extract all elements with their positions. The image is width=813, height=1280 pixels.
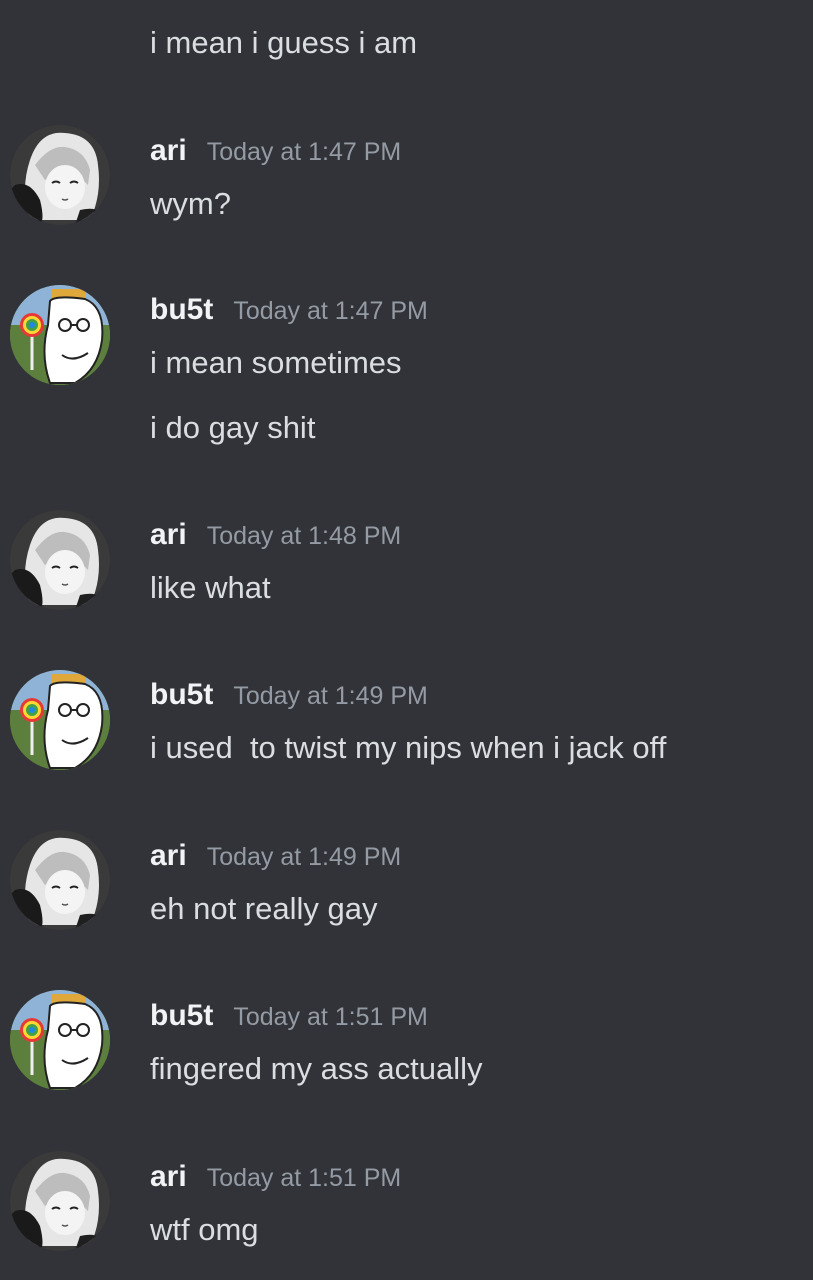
message-text: wym? xyxy=(150,186,231,221)
message-text: i used to twist my nips when i jack off xyxy=(150,730,667,765)
timestamp: Today at 1:49 PM xyxy=(206,843,402,871)
timestamp: Today at 1:48 PM xyxy=(206,522,402,550)
message-text: i mean sometimes xyxy=(150,345,402,380)
message-header: bu5t Today at 1:47 PM xyxy=(150,290,428,330)
username[interactable]: ari xyxy=(150,515,187,555)
timestamp: Today at 1:47 PM xyxy=(233,297,428,325)
timestamp: Today at 1:49 PM xyxy=(233,682,428,710)
username[interactable]: ari xyxy=(150,836,187,876)
message-header: bu5t Today at 1:49 PM xyxy=(150,675,428,715)
message-text: fingered my ass actually xyxy=(150,1051,483,1086)
anime-girl-avatar-icon[interactable] xyxy=(10,830,110,930)
wojak-lollipop-avatar-icon[interactable] xyxy=(10,990,110,1090)
anime-girl-avatar-icon[interactable] xyxy=(10,510,110,610)
message-text: wtf omg xyxy=(150,1212,259,1247)
message-text: i mean i guess i am xyxy=(150,25,418,60)
username[interactable]: bu5t xyxy=(150,290,213,330)
message-header: ari Today at 1:49 PM xyxy=(150,836,401,876)
timestamp: Today at 1:47 PM xyxy=(206,138,402,166)
username[interactable]: ari xyxy=(150,1157,187,1197)
wojak-lollipop-avatar-icon[interactable] xyxy=(10,285,110,385)
message-header: bu5t Today at 1:51 PM xyxy=(150,996,428,1036)
timestamp: Today at 1:51 PM xyxy=(233,1003,428,1031)
username[interactable]: bu5t xyxy=(150,675,213,715)
timestamp: Today at 1:51 PM xyxy=(206,1164,402,1192)
username[interactable]: bu5t xyxy=(150,996,213,1036)
username[interactable]: ari xyxy=(150,131,187,171)
message-header: ari Today at 1:51 PM xyxy=(150,1157,401,1197)
wojak-lollipop-avatar-icon[interactable] xyxy=(10,670,110,770)
anime-girl-avatar-icon[interactable] xyxy=(10,125,110,225)
message-header: ari Today at 1:48 PM xyxy=(150,515,401,555)
message-text: like what xyxy=(150,570,271,605)
anime-girl-avatar-icon[interactable] xyxy=(10,1151,110,1251)
message-text: i do gay shit xyxy=(150,410,316,445)
message-text: eh not really gay xyxy=(150,891,378,926)
message-header: ari Today at 1:47 PM xyxy=(150,131,401,171)
